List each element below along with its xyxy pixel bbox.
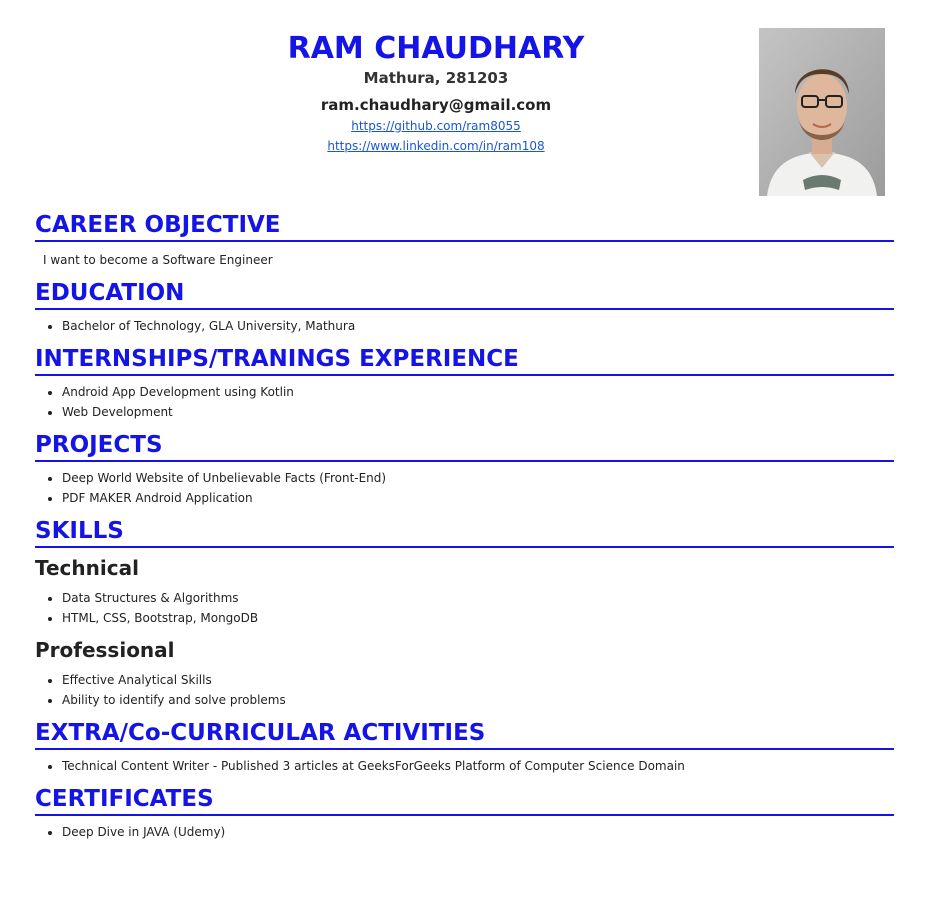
section-title: EDUCATION	[35, 278, 894, 310]
list-item: Android App Development using Kotlin	[62, 382, 894, 402]
linkedin-link[interactable]: https://www.linkedin.com/in/ram108	[0, 136, 872, 156]
certificates-section: CERTIFICATES Deep Dive in JAVA (Udemy)	[35, 784, 894, 842]
activities-list: Technical Content Writer - Published 3 a…	[35, 756, 894, 776]
internships-section: INTERNSHIPS/TRANINGS EXPERIENCE Android …	[35, 344, 894, 422]
resume-header: RAM CHAUDHARY Mathura, 281203 ram.chaudh…	[0, 30, 872, 156]
list-item: Technical Content Writer - Published 3 a…	[62, 756, 894, 776]
section-title: SKILLS	[35, 516, 894, 548]
list-item: Deep Dive in JAVA (Udemy)	[62, 822, 894, 842]
skills-section: SKILLS Technical Data Structures & Algor…	[35, 516, 894, 710]
github-link[interactable]: https://github.com/ram8055	[0, 116, 872, 136]
career-objective-section: CAREER OBJECTIVE I want to become a Soft…	[35, 210, 894, 270]
professional-skills-list: Effective Analytical Skills Ability to i…	[35, 670, 894, 710]
section-title: EXTRA/Co-CURRICULAR ACTIVITIES	[35, 718, 894, 750]
list-item: Data Structures & Algorithms	[62, 588, 894, 608]
section-title: CAREER OBJECTIVE	[35, 210, 894, 242]
profile-photo-image	[759, 28, 885, 196]
education-section: EDUCATION Bachelor of Technology, GLA Un…	[35, 278, 894, 336]
list-item: Bachelor of Technology, GLA University, …	[62, 316, 894, 336]
resume-body: CAREER OBJECTIVE I want to become a Soft…	[35, 210, 894, 850]
section-title: PROJECTS	[35, 430, 894, 462]
projects-section: PROJECTS Deep World Website of Unbelieva…	[35, 430, 894, 508]
list-item: Deep World Website of Unbelievable Facts…	[62, 468, 894, 488]
list-item: Effective Analytical Skills	[62, 670, 894, 690]
list-item: Web Development	[62, 402, 894, 422]
technical-skills-heading: Technical	[35, 556, 139, 580]
section-title: INTERNSHIPS/TRANINGS EXPERIENCE	[35, 344, 894, 376]
list-item: HTML, CSS, Bootstrap, MongoDB	[62, 608, 894, 628]
section-title: CERTIFICATES	[35, 784, 894, 816]
profile-photo	[759, 28, 885, 196]
certificates-list: Deep Dive in JAVA (Udemy)	[35, 822, 894, 842]
candidate-address: Mathura, 281203	[363, 69, 509, 87]
technical-skills-list: Data Structures & Algorithms HTML, CSS, …	[35, 588, 894, 628]
list-item: PDF MAKER Android Application	[62, 488, 894, 508]
education-list: Bachelor of Technology, GLA University, …	[35, 316, 894, 336]
professional-skills-heading: Professional	[35, 638, 175, 662]
projects-list: Deep World Website of Unbelievable Facts…	[35, 468, 894, 508]
internships-list: Android App Development using Kotlin Web…	[35, 382, 894, 422]
candidate-name: RAM CHAUDHARY	[287, 31, 585, 66]
candidate-email: ram.chaudhary@gmail.com	[320, 96, 552, 114]
activities-section: EXTRA/Co-CURRICULAR ACTIVITIES Technical…	[35, 718, 894, 776]
objective-text: I want to become a Software Engineer	[43, 253, 273, 267]
list-item: Ability to identify and solve problems	[62, 690, 894, 710]
